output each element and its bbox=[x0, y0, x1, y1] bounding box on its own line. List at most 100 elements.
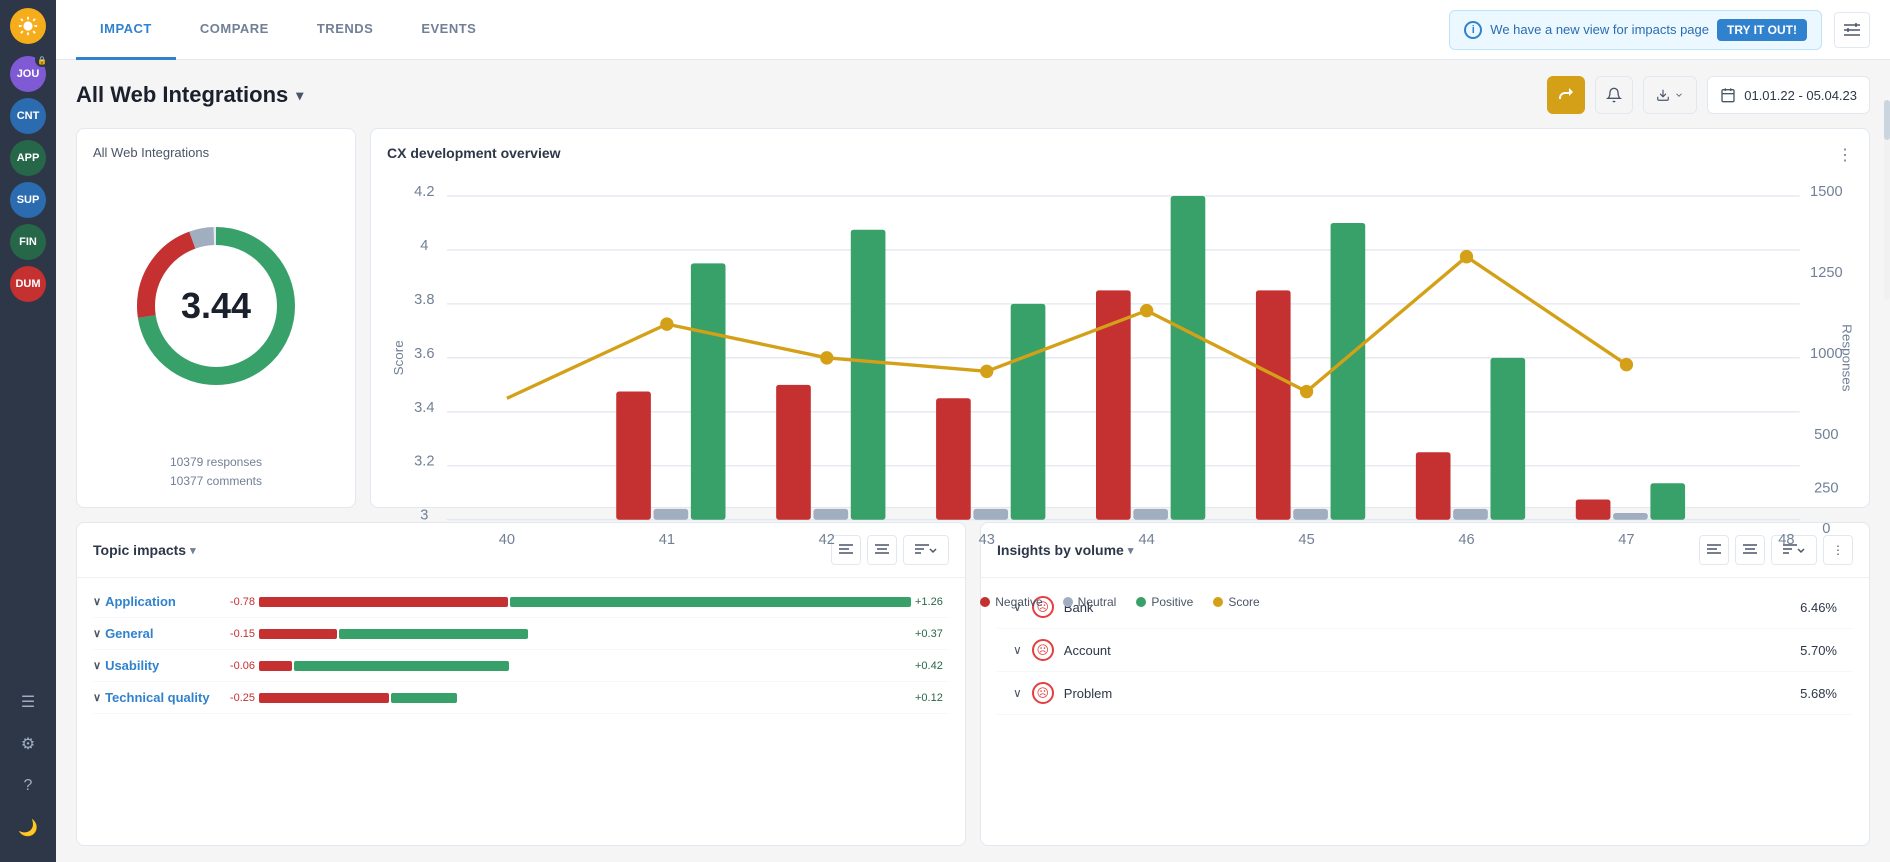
svg-text:48: 48 bbox=[1778, 532, 1794, 548]
svg-text:47: 47 bbox=[1618, 532, 1634, 548]
topic-impacts-title[interactable]: Topic impacts ▾ bbox=[93, 542, 196, 558]
usability-expand-icon[interactable]: ∨ bbox=[93, 659, 101, 672]
insight-row-account: ∨ ☹ Account 5.70% bbox=[997, 629, 1853, 672]
svg-text:45: 45 bbox=[1298, 532, 1314, 548]
svg-text:43: 43 bbox=[979, 532, 995, 548]
topic-row-technical: ∨ Technical quality -0.25 +0.12 bbox=[93, 682, 949, 714]
insights-content: ∨ ☹ Bank 6.46% ∨ ☹ Account 5.70% ∨ ☹ bbox=[981, 578, 1869, 845]
svg-text:3.4: 3.4 bbox=[414, 400, 434, 416]
svg-text:500: 500 bbox=[1814, 427, 1838, 443]
account-sentiment-icon: ☹ bbox=[1032, 639, 1054, 661]
svg-text:42: 42 bbox=[819, 532, 835, 548]
new-view-notice: i We have a new view for impacts page TR… bbox=[1449, 10, 1822, 50]
share-button[interactable] bbox=[1547, 76, 1585, 114]
page-header: All Web Integrations ▾ 01.01.22 - 05.04.… bbox=[76, 76, 1870, 114]
header-actions: 01.01.22 - 05.04.23 bbox=[1547, 76, 1870, 114]
score-card: All Web Integrations 3 bbox=[76, 128, 356, 508]
avatar-cnt[interactable]: CNT bbox=[10, 98, 46, 134]
avatar-dum[interactable]: DUM bbox=[10, 266, 46, 302]
tab-impact[interactable]: IMPACT bbox=[76, 0, 176, 60]
tab-trends[interactable]: TRENDS bbox=[293, 0, 397, 60]
technical-pos-bar bbox=[391, 693, 456, 703]
score-value: 3.44 bbox=[181, 285, 251, 327]
legend-neutral: Neutral bbox=[1063, 595, 1117, 609]
svg-text:46: 46 bbox=[1458, 532, 1474, 548]
svg-text:Responses: Responses bbox=[1839, 324, 1853, 392]
svg-text:4.2: 4.2 bbox=[414, 184, 434, 200]
score-stats: 10379 responses 10377 comments bbox=[93, 453, 339, 491]
svg-text:3.6: 3.6 bbox=[414, 346, 434, 362]
legend-score: Score bbox=[1213, 595, 1259, 609]
info-icon: i bbox=[1464, 21, 1482, 39]
top-panels: All Web Integrations 3 bbox=[76, 128, 1870, 508]
account-expand-icon[interactable]: ∨ bbox=[1013, 643, 1022, 657]
general-expand-icon[interactable]: ∨ bbox=[93, 627, 101, 640]
content-area: All Web Integrations ▾ 01.01.22 - 05.04.… bbox=[56, 60, 1890, 862]
date-range-button[interactable]: 01.01.22 - 05.04.23 bbox=[1707, 76, 1870, 114]
topic-row-usability: ∨ Usability -0.06 +0.42 bbox=[93, 650, 949, 682]
svg-text:250: 250 bbox=[1814, 481, 1838, 497]
nav-tabs: IMPACT COMPARE TRENDS EVENTS bbox=[76, 0, 1449, 60]
topic-impacts-content: ∨ Application -0.78 +1.26 bbox=[77, 578, 965, 845]
svg-text:4: 4 bbox=[420, 238, 428, 254]
cx-chart-svg: 4.2 4 3.8 3.6 3.4 3.2 3 Score 1500 1250 … bbox=[387, 169, 1853, 587]
avatar-fin[interactable]: FIN bbox=[10, 224, 46, 260]
general-neg-bar bbox=[259, 629, 337, 639]
page-title: All Web Integrations ▾ bbox=[76, 82, 303, 108]
tab-compare[interactable]: COMPARE bbox=[176, 0, 293, 60]
topic-row-general: ∨ General -0.15 +0.37 bbox=[93, 618, 949, 650]
avatar-jou[interactable]: JOU 🔒 bbox=[10, 56, 46, 92]
svg-text:0: 0 bbox=[1822, 521, 1830, 537]
svg-text:3.8: 3.8 bbox=[414, 292, 434, 308]
donut-wrapper: 3.44 bbox=[93, 172, 339, 441]
cx-chart-card: CX development overview ⋮ 4.2 4 3.8 3.6 … bbox=[370, 128, 1870, 508]
chart-menu-button[interactable]: ⋮ bbox=[1837, 145, 1853, 165]
general-pos-bar bbox=[339, 629, 528, 639]
svg-text:1000: 1000 bbox=[1810, 346, 1843, 362]
score-dot bbox=[1213, 597, 1223, 607]
legend-negative: Negative bbox=[980, 595, 1042, 609]
svg-text:Score: Score bbox=[391, 340, 406, 375]
topic-impacts-chevron: ▾ bbox=[190, 544, 196, 557]
svg-text:1250: 1250 bbox=[1810, 265, 1843, 281]
usability-pos-bar bbox=[294, 661, 509, 671]
technical-neg-bar bbox=[259, 693, 389, 703]
filter-icon-button[interactable] bbox=[1834, 12, 1870, 48]
help-icon[interactable]: ? bbox=[10, 768, 46, 804]
svg-text:1500: 1500 bbox=[1810, 184, 1843, 200]
download-button[interactable] bbox=[1643, 76, 1697, 114]
negative-dot bbox=[980, 597, 990, 607]
insight-row-problem: ∨ ☹ Problem 5.68% bbox=[997, 672, 1853, 715]
svg-text:44: 44 bbox=[1139, 532, 1155, 548]
avatar-app[interactable]: APP bbox=[10, 140, 46, 176]
problem-expand-icon[interactable]: ∨ bbox=[1013, 686, 1022, 700]
lock-icon: 🔒 bbox=[35, 53, 49, 67]
technical-expand-icon[interactable]: ∨ bbox=[93, 691, 101, 704]
chart-legend: Negative Neutral Positive Score bbox=[387, 595, 1853, 609]
positive-dot bbox=[1136, 597, 1146, 607]
chart-area: 4.2 4 3.8 3.6 3.4 3.2 3 Score 1500 1250 … bbox=[387, 169, 1853, 587]
sidebar: JOU 🔒 CNT APP SUP FIN DUM ☰ ⚙ ? 🌙 bbox=[0, 0, 56, 862]
list-icon[interactable]: ☰ bbox=[10, 684, 46, 720]
donut-chart: 3.44 bbox=[126, 216, 306, 396]
theme-icon[interactable]: 🌙 bbox=[10, 810, 46, 846]
main-content: IMPACT COMPARE TRENDS EVENTS i We have a… bbox=[56, 0, 1890, 862]
svg-text:3: 3 bbox=[420, 508, 428, 524]
svg-text:41: 41 bbox=[659, 532, 675, 548]
application-expand-icon[interactable]: ∨ bbox=[93, 595, 101, 608]
try-it-out-button[interactable]: TRY IT OUT! bbox=[1717, 19, 1807, 41]
gear-icon[interactable]: ⚙ bbox=[10, 726, 46, 762]
title-dropdown-icon[interactable]: ▾ bbox=[296, 87, 303, 104]
avatar-sup[interactable]: SUP bbox=[10, 182, 46, 218]
neutral-dot bbox=[1063, 597, 1073, 607]
top-navigation: IMPACT COMPARE TRENDS EVENTS i We have a… bbox=[56, 0, 1890, 60]
cx-chart-title: CX development overview bbox=[387, 145, 1853, 161]
svg-text:40: 40 bbox=[499, 532, 515, 548]
app-logo[interactable] bbox=[10, 8, 46, 44]
score-card-title: All Web Integrations bbox=[93, 145, 339, 160]
svg-text:3.2: 3.2 bbox=[414, 454, 434, 470]
usability-neg-bar bbox=[259, 661, 292, 671]
bell-button[interactable] bbox=[1595, 76, 1633, 114]
tab-events[interactable]: EVENTS bbox=[397, 0, 500, 60]
problem-sentiment-icon: ☹ bbox=[1032, 682, 1054, 704]
